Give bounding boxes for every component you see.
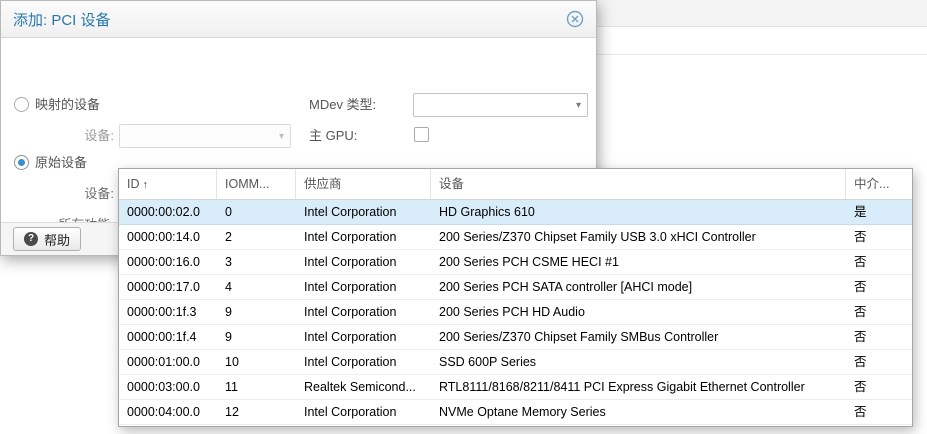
cell-vendor[interactable]: Intel Corporation <box>296 350 431 374</box>
mapped-device-radio-label: 映射的设备 <box>35 97 100 113</box>
chevron-down-icon: ▾ <box>279 131 284 142</box>
cell-device[interactable]: 200 Series PCH CSME HECI #1 <box>431 250 846 274</box>
cell-device[interactable]: 200 Series/Z370 Chipset Family USB 3.0 x… <box>431 225 846 249</box>
table-row[interactable]: 0000:00:16.0 3 Intel Corporation 200 Ser… <box>119 250 912 275</box>
raw-device-radio[interactable] <box>14 155 29 170</box>
cell-device[interactable]: 200 Series PCH HD Audio <box>431 300 846 324</box>
cell-vendor[interactable]: Intel Corporation <box>296 300 431 324</box>
cell-vendor[interactable]: Realtek Semicond... <box>296 375 431 399</box>
cell-iommu[interactable]: 11 <box>217 375 296 399</box>
primary-gpu-checkbox[interactable] <box>414 127 429 142</box>
column-header-vendor[interactable]: 供应商 <box>296 169 431 199</box>
raw-device-field-label: 设备: <box>39 186 114 202</box>
cell-iommu[interactable]: 9 <box>217 300 296 324</box>
cell-device[interactable]: RTL8111/8168/8211/8411 PCI Express Gigab… <box>431 375 846 399</box>
cell-id[interactable]: 0000:00:17.0 <box>119 275 217 299</box>
mdev-type-label: MDev 类型: <box>309 97 376 113</box>
column-header-device[interactable]: 设备 <box>431 169 846 199</box>
cell-iommu[interactable]: 3 <box>217 250 296 274</box>
table-row[interactable]: 0000:03:00.0 11 Realtek Semicond... RTL8… <box>119 375 912 400</box>
help-icon: ? <box>24 232 38 246</box>
cell-id[interactable]: 0000:00:1f.3 <box>119 300 217 324</box>
cell-mediated[interactable]: 否 <box>846 325 912 349</box>
cell-id[interactable]: 0000:00:16.0 <box>119 250 217 274</box>
table-row[interactable]: 0000:00:14.0 2 Intel Corporation 200 Ser… <box>119 225 912 250</box>
table-row[interactable]: 0000:00:1f.4 9 Intel Corporation 200 Ser… <box>119 325 912 350</box>
cell-mediated[interactable]: 是 <box>846 200 912 224</box>
cell-iommu[interactable]: 2 <box>217 225 296 249</box>
table-row[interactable]: 0000:04:00.0 12 Intel Corporation NVMe O… <box>119 400 912 425</box>
cell-iommu[interactable]: 12 <box>217 400 296 424</box>
cell-vendor[interactable]: Intel Corporation <box>296 250 431 274</box>
help-button[interactable]: ? 帮助 <box>13 227 81 251</box>
cell-device[interactable]: HD Graphics 610 <box>431 200 846 224</box>
cell-device[interactable]: NVMe Optane Memory Series <box>431 400 846 424</box>
close-icon[interactable] <box>566 10 584 28</box>
cell-id[interactable]: 0000:00:1f.4 <box>119 325 217 349</box>
cell-id[interactable]: 0000:03:00.0 <box>119 375 217 399</box>
cell-vendor[interactable]: Intel Corporation <box>296 275 431 299</box>
cell-iommu[interactable]: 9 <box>217 325 296 349</box>
column-header-id[interactable]: ID↑ <box>119 169 217 199</box>
cell-vendor[interactable]: Intel Corporation <box>296 400 431 424</box>
primary-gpu-label: 主 GPU: <box>309 128 357 144</box>
help-button-label: 帮助 <box>44 230 70 249</box>
cell-id[interactable]: 0000:04:00.0 <box>119 400 217 424</box>
cell-mediated[interactable]: 否 <box>846 350 912 374</box>
cell-iommu[interactable]: 10 <box>217 350 296 374</box>
column-header-id-label: ID <box>127 177 140 191</box>
column-header-iommu[interactable]: IOMM... <box>217 169 296 199</box>
cell-mediated[interactable]: 否 <box>846 400 912 424</box>
cell-mediated[interactable]: 否 <box>846 225 912 249</box>
mapped-device-combobox: ▾ <box>119 124 291 148</box>
cell-device[interactable]: 200 Series/Z370 Chipset Family SMBus Con… <box>431 325 846 349</box>
cell-device[interactable]: 200 Series PCH SATA controller [AHCI mod… <box>431 275 846 299</box>
cell-device[interactable]: SSD 600P Series <box>431 350 846 374</box>
column-header-mediated[interactable]: 中介... <box>846 169 912 199</box>
mapped-device-radio[interactable] <box>14 97 29 112</box>
table-row[interactable]: 0000:00:02.0 0 Intel Corporation HD Grap… <box>119 200 912 225</box>
cell-iommu[interactable]: 4 <box>217 275 296 299</box>
pci-device-dropdown-table: ID↑ IOMM... 供应商 设备 中介... 0000:00:02.0 0 … <box>118 168 913 427</box>
table-row[interactable]: 0000:00:1f.3 9 Intel Corporation 200 Ser… <box>119 300 912 325</box>
table-header-row: ID↑ IOMM... 供应商 设备 中介... <box>119 169 912 200</box>
cell-id[interactable]: 0000:00:14.0 <box>119 225 217 249</box>
cell-mediated[interactable]: 否 <box>846 275 912 299</box>
cell-mediated[interactable]: 否 <box>846 300 912 324</box>
dialog-header: 添加: PCI 设备 <box>1 1 596 38</box>
cell-mediated[interactable]: 否 <box>846 375 912 399</box>
cell-id[interactable]: 0000:00:02.0 <box>119 200 217 224</box>
chevron-down-icon: ▾ <box>576 100 581 111</box>
table-row[interactable]: 0000:00:17.0 4 Intel Corporation 200 Ser… <box>119 275 912 300</box>
cell-mediated[interactable]: 否 <box>846 250 912 274</box>
sort-ascending-icon: ↑ <box>143 179 149 191</box>
raw-device-radio-label: 原始设备 <box>35 155 87 171</box>
table-row[interactable]: 0000:01:00.0 10 Intel Corporation SSD 60… <box>119 350 912 375</box>
cell-vendor[interactable]: Intel Corporation <box>296 325 431 349</box>
dialog-title: 添加: PCI 设备 <box>13 9 111 30</box>
mdev-type-combobox[interactable]: ▾ <box>413 93 588 117</box>
mapped-device-field-label: 设备: <box>39 128 114 144</box>
cell-id[interactable]: 0000:01:00.0 <box>119 350 217 374</box>
cell-vendor[interactable]: Intel Corporation <box>296 225 431 249</box>
cell-iommu[interactable]: 0 <box>217 200 296 224</box>
cell-vendor[interactable]: Intel Corporation <box>296 200 431 224</box>
